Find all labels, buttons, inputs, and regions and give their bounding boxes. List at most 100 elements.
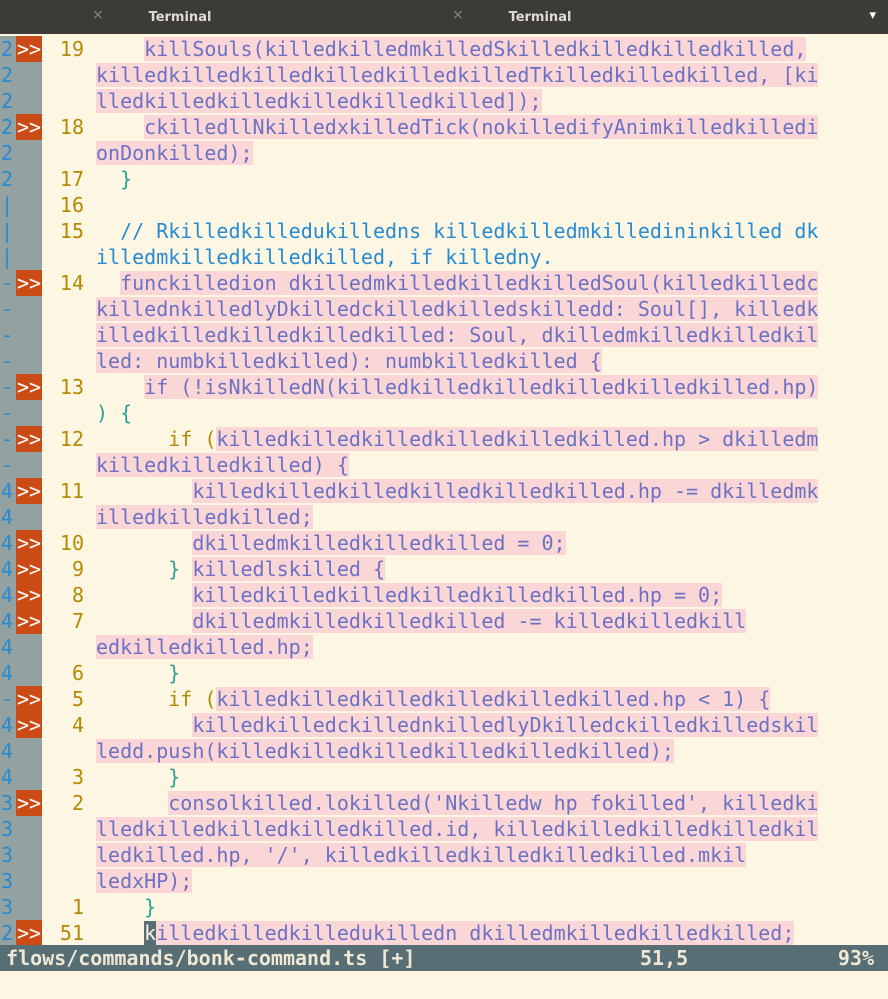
vim-command-line[interactable] — [0, 971, 888, 999]
git-gutter-marker: | — [0, 192, 16, 218]
relative-line-number: 10 — [59, 531, 84, 555]
code-line[interactable]: 3 ledxHP); — [0, 868, 888, 894]
git-gutter-marker: - — [0, 400, 16, 426]
code-line[interactable]: 2 17 } — [0, 166, 888, 192]
relative-line-number — [42, 738, 84, 764]
code-token: if ( — [96, 687, 217, 711]
code-token: killedlskilled { — [192, 557, 385, 581]
code-line[interactable]: - illedkilledkilledkilledkilled: Soul, dk… — [0, 322, 888, 348]
code-text: ckilledllNkilledxkilledTick(nokilledifyA… — [96, 114, 819, 140]
code-token: } — [96, 167, 133, 191]
statusline-scroll-percent: 93% — [837, 946, 874, 970]
code-token: onDonkilled); — [96, 141, 253, 165]
code-token: ) { — [96, 401, 133, 425]
code-text: killedkilledkilled) { — [96, 452, 349, 478]
sign-column-marker: >> — [16, 790, 42, 816]
code-line[interactable]: 2 lledkilledkilledkilledkilledkilled]); — [0, 88, 888, 114]
relative-line-number: 15 — [59, 219, 84, 243]
code-line[interactable]: 2 >> 18 ckilledllNkilledxkilledTick(nokill… — [0, 114, 888, 140]
code-line[interactable]: 4 >> 4 killedkilledckillednkilledlyDkilled… — [0, 712, 888, 738]
close-tab-icon[interactable]: × — [92, 7, 104, 23]
code-line[interactable]: - >> 12 if (killedkilledkilledkilledkilled… — [0, 426, 888, 452]
code-line[interactable]: 4 >> 11 killedkilledkilledkilledkilledkill… — [0, 478, 888, 504]
code-line[interactable]: 4 >> 8 killedkilledkilledkilledkilledkille… — [0, 582, 888, 608]
code-token: killSouls(killedkilledmkilledSkilledkill… — [144, 37, 807, 61]
code-line[interactable]: 4 ledd.push(killedkilledkilledkilledkille… — [0, 738, 888, 764]
sign-column-marker: >> — [16, 530, 42, 556]
code-line[interactable]: - ) { — [0, 400, 888, 426]
relative-line-number: 1 — [71, 895, 84, 919]
code-token: ledd.push(killedkilledkilledkilledkilled… — [96, 739, 674, 763]
vim-editor-buffer[interactable]: 2 >> 19 killSouls(killedkilledmkilledSkill… — [0, 34, 888, 946]
code-line[interactable]: 2 >> 51 killedkilledkilledukilledn dkilled… — [0, 920, 888, 946]
relative-line-number: 8 — [71, 583, 84, 607]
sign-column-marker — [16, 166, 42, 192]
code-line[interactable]: - >> 13 if (!isNkilledN(killedkilledkilled… — [0, 374, 888, 400]
git-gutter-marker: 2 — [0, 88, 16, 114]
code-line[interactable]: 3 1 } — [0, 894, 888, 920]
relative-line-number: 17 — [59, 167, 84, 191]
menu-dropdown-icon[interactable]: ▾ — [869, 8, 876, 23]
code-text: killedkilledkilledkilledkilledkilled.hp … — [96, 478, 819, 504]
code-line[interactable]: 4 >> 7 dkilledmkilledkilledkilled -= kille… — [0, 608, 888, 634]
code-line[interactable]: - killedkilledkilled) { — [0, 452, 888, 478]
sign-column-marker: >> — [16, 374, 42, 400]
relative-line-number: 6 — [71, 661, 84, 685]
code-text: funckilledion dkilledmkilledkilledkilled… — [96, 270, 819, 296]
code-line[interactable]: 2 >> 19 killSouls(killedkilledmkilledSkill… — [0, 36, 888, 62]
code-token: } — [96, 765, 181, 789]
sign-column-marker — [16, 634, 42, 660]
code-token: killedkilledkilledkilledkilledkilled.hp … — [192, 583, 723, 607]
code-line[interactable]: - led: numbkilledkilled): numbkilledkille… — [0, 348, 888, 374]
relative-line-number: 11 — [59, 479, 84, 503]
relative-line-number — [42, 244, 84, 270]
code-line[interactable]: 4 edkilledkilled.hp; — [0, 634, 888, 660]
git-gutter-marker: 3 — [0, 868, 16, 894]
code-text: killedkilledkilledukilledn dkilledmkille… — [96, 920, 795, 946]
code-line[interactable]: 4 illedkilledkilled; — [0, 504, 888, 530]
sign-column-marker — [16, 140, 42, 166]
code-line[interactable]: 3 ledkilled.hp, '/', killedkilledkilledki… — [0, 842, 888, 868]
sign-column-marker — [16, 218, 42, 244]
code-token: killedkilledkilledkilledkilledkilled.hp … — [216, 687, 771, 711]
code-line[interactable]: 3 >> 2 consolkilled.lokilled('Nkilledw hp … — [0, 790, 888, 816]
sign-column-marker — [16, 504, 42, 530]
code-line[interactable]: 4 >> 9 } killedlskilled { — [0, 556, 888, 582]
git-gutter-marker: | — [0, 218, 16, 244]
code-line[interactable]: 4 6 } — [0, 660, 888, 686]
code-line[interactable]: | 16 — [0, 192, 888, 218]
code-text: lledkilledkilledkilledkilled.id, killedk… — [96, 816, 819, 842]
code-line[interactable]: - >> 14 funckilledion dkilledmkilledkilled… — [0, 270, 888, 296]
tab-title: Terminal — [148, 9, 212, 25]
statusline-cursor-position: 51,5 — [640, 946, 689, 970]
code-line[interactable]: - killednkilledlyDkilledckilledkilledskil… — [0, 296, 888, 322]
code-token: led: numbkilledkilled): numbkilledkilled… — [96, 349, 602, 373]
code-text: illedkilledkilledkilledkilled: Soul, dki… — [96, 322, 819, 348]
tab-terminal-2[interactable]: × Terminal — [360, 0, 720, 34]
code-line[interactable]: 4 >> 10 dkilledmkilledkilledkilled = 0; — [0, 530, 888, 556]
code-line[interactable]: | 15 // Rkilledkilledukilledns killedkill… — [0, 218, 888, 244]
sign-column-marker — [16, 868, 42, 894]
relative-line-number: 16 — [59, 193, 84, 217]
code-text: ledd.push(killedkilledkilledkilledkilled… — [96, 738, 674, 764]
code-line[interactable]: 3 lledkilledkilledkilledkilled.id, killed… — [0, 816, 888, 842]
code-line[interactable]: - >> 5 if (killedkilledkilledkilledkilledk… — [0, 686, 888, 712]
code-line[interactable]: 2 killedkilledkilledkilledkilledkilledTki… — [0, 62, 888, 88]
relative-line-number: 18 — [59, 115, 84, 139]
code-text: ledxHP); — [96, 868, 193, 894]
git-gutter-marker: 3 — [0, 842, 16, 868]
terminal-tabbar: × Terminal × Terminal ▾ — [0, 0, 888, 34]
sign-column-marker — [16, 894, 42, 920]
code-line[interactable]: 2 onDonkilled); — [0, 140, 888, 166]
code-line[interactable]: 4 3 } — [0, 764, 888, 790]
tab-terminal-1[interactable]: × Terminal — [0, 0, 360, 34]
sign-column-marker — [16, 244, 42, 270]
close-tab-icon[interactable]: × — [452, 7, 464, 23]
sign-column-marker: >> — [16, 556, 42, 582]
code-line[interactable]: | illedmkilledkilledkilled, if killedny. — [0, 244, 888, 270]
code-text: // Rkilledkilledukilledns killedkilledmk… — [96, 218, 818, 244]
code-token: edkilledkilled.hp; — [96, 635, 313, 659]
code-token: illedkilledkilledukilledn dkilledmkilled… — [156, 921, 795, 945]
